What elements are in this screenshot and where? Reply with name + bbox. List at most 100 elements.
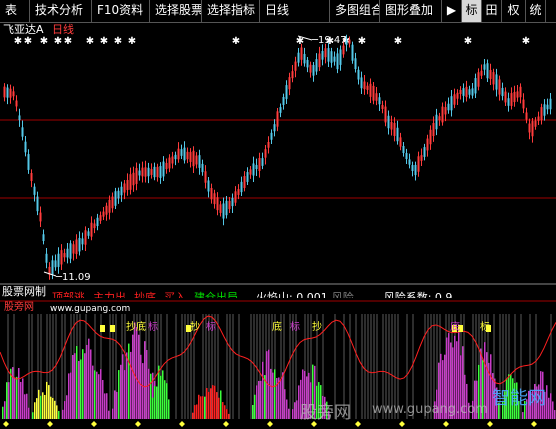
candle-body <box>159 166 162 178</box>
bottom-diamond-marker <box>135 421 141 427</box>
candle-body <box>405 152 408 160</box>
candle-body <box>123 183 126 193</box>
candle-body <box>111 196 114 209</box>
histogram-bar <box>196 404 198 419</box>
toolbar-tab-10[interactable]: 田 <box>482 0 502 22</box>
legend-item-2: 抄底 <box>134 291 156 299</box>
histogram-bar <box>82 349 84 419</box>
candle-body <box>132 172 135 186</box>
candle-body <box>549 98 552 110</box>
histogram-bar <box>284 389 286 419</box>
histogram-bar <box>70 372 72 419</box>
high-price-label: ─19.47 <box>311 35 347 46</box>
histogram-bar <box>92 365 94 419</box>
candle-body <box>321 51 324 60</box>
bottom-diamond-marker <box>3 421 9 427</box>
histogram-bar <box>140 354 142 419</box>
histogram-bar <box>12 367 14 419</box>
candle-body <box>420 155 423 161</box>
candle-body <box>114 191 117 206</box>
candle-body <box>474 78 477 94</box>
histogram-bar <box>88 338 90 419</box>
histogram-bar <box>40 395 42 419</box>
candle-body <box>294 61 297 71</box>
candle-body <box>258 157 261 172</box>
histogram-bar <box>106 393 108 419</box>
low-price-label: ─11.09 <box>55 272 91 283</box>
histogram-bar <box>50 396 52 419</box>
candlestick-chart[interactable]: ✱✱✱✱✱✱✱✱✱✱✱✱✱✱✱✱✱─19.47─11.09抄底标抄标底标抄底标 <box>0 22 556 429</box>
candle-body <box>354 58 357 70</box>
candle-body <box>504 91 507 103</box>
candle-body <box>498 79 501 95</box>
candle-body <box>81 238 84 245</box>
candle-body <box>189 152 192 162</box>
bottom-diamond-marker <box>91 421 97 427</box>
candle-body <box>24 141 27 153</box>
histogram-bar <box>150 373 152 419</box>
toolbar-tab-5[interactable]: 日线 <box>260 0 330 22</box>
toolbar-tab-3[interactable]: 选择股票 <box>150 0 202 22</box>
candle-body <box>489 70 492 79</box>
toolbar-tab-8[interactable]: ▶ <box>442 0 462 22</box>
signal-label-4: 底 <box>272 320 282 333</box>
histogram-bar <box>86 344 88 419</box>
histogram-bar <box>136 327 138 419</box>
signal-label-7: 底 <box>450 320 460 333</box>
histogram-bar <box>54 400 56 419</box>
histogram-bar <box>198 394 200 419</box>
candle-body <box>69 243 72 259</box>
candle-body <box>357 69 360 80</box>
period-label: 日线 <box>52 23 74 36</box>
toolbar-tab-12[interactable]: 统 <box>526 0 546 22</box>
candle-body <box>87 231 90 236</box>
candle-body <box>330 51 333 63</box>
candle-body <box>360 77 363 89</box>
histogram-bar <box>98 374 100 419</box>
candle-body <box>237 189 240 195</box>
candle-body <box>300 47 303 60</box>
candle-body <box>135 168 138 184</box>
signal-label-6: 抄 <box>312 320 322 333</box>
histogram-bar <box>156 386 158 419</box>
toolbar-tab-2[interactable]: F10资料 <box>92 0 150 22</box>
candle-body <box>438 116 441 121</box>
histogram-bar <box>272 372 274 419</box>
histogram-bar <box>116 391 118 419</box>
candle-body <box>72 244 75 254</box>
histogram-bar <box>78 360 80 419</box>
candle-body <box>246 172 249 182</box>
candle-body <box>273 124 276 132</box>
toolbar-tab-0[interactable]: 表 <box>0 0 30 22</box>
candle-body <box>129 174 132 190</box>
candle-body <box>51 260 54 275</box>
candle-body <box>333 56 336 62</box>
candle-body <box>465 86 468 98</box>
candle-body <box>510 93 513 106</box>
toolbar-tab-6[interactable]: 多图组合 <box>330 0 380 22</box>
signal-label-8: 标 <box>480 321 490 333</box>
candle-body <box>459 89 462 95</box>
toolbar-tab-11[interactable]: 权 <box>502 0 526 22</box>
toolbar-tab-9[interactable]: 标 <box>462 0 482 22</box>
candle-body <box>396 127 399 142</box>
histogram-bar <box>100 369 102 419</box>
candle-body <box>270 132 273 140</box>
toolbar-tab-1[interactable]: 技术分析 <box>30 0 92 22</box>
candle-body <box>486 63 489 79</box>
candle-body <box>228 200 231 210</box>
candle-body <box>165 162 168 170</box>
candle-body <box>6 87 9 98</box>
toolbar-tab-7[interactable]: 图形叠加 <box>380 0 442 22</box>
candle-body <box>144 167 147 177</box>
candle-body <box>282 97 285 105</box>
candle-body <box>162 161 165 177</box>
histogram-bar <box>166 383 168 419</box>
toolbar-tab-4[interactable]: 选择指标 <box>202 0 260 22</box>
histogram-bar <box>32 412 34 419</box>
histogram-bar <box>112 408 114 419</box>
toolbar: 表技术分析 F10资料 选择股票 选择指标 日线 多图组合 图形叠加 ▶ 标田权统 <box>0 0 556 23</box>
histogram-bar <box>130 351 132 419</box>
legend-item-1: 主力出 <box>93 291 126 299</box>
candle-body <box>441 106 444 123</box>
